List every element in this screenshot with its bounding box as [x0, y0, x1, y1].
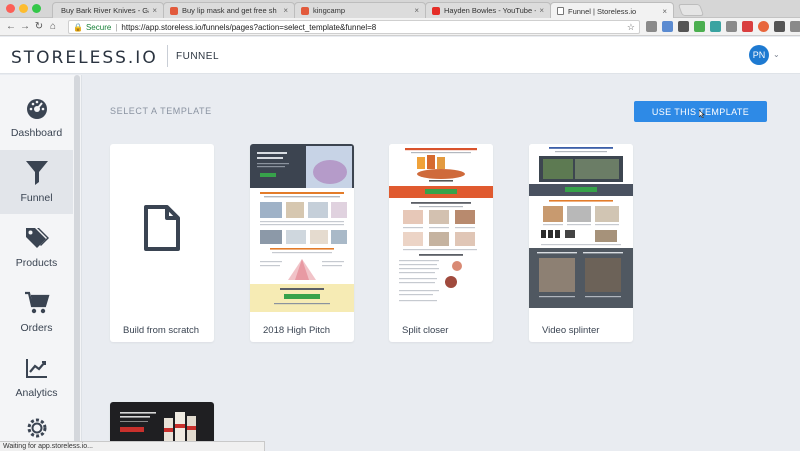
browser-tab[interactable]: Hayden Bowles - YouTube - Y ×	[425, 2, 551, 18]
extension-icon[interactable]	[678, 21, 689, 32]
tick-favicon-icon	[170, 6, 178, 15]
template-name: Split closer	[402, 325, 449, 336]
funnel-icon	[24, 160, 50, 186]
template-name: Video splinter	[542, 325, 600, 336]
chevron-down-icon[interactable]: ⌄	[773, 50, 780, 59]
user-avatar[interactable]: PN	[749, 45, 769, 65]
youtube-favicon-icon	[432, 6, 440, 15]
new-tab-button[interactable]	[677, 4, 705, 16]
window-close-button[interactable]	[6, 4, 15, 13]
template-card-build-from-scratch[interactable]: Build from scratch	[110, 144, 214, 342]
document-favicon-icon	[557, 7, 564, 15]
cart-icon	[24, 290, 50, 316]
tab-title: kingcamp	[313, 6, 346, 15]
template-thumbnail	[110, 144, 214, 312]
bookmark-star-icon[interactable]: ☆	[627, 22, 635, 33]
extension-icon[interactable]	[758, 21, 769, 32]
extension-icon[interactable]	[662, 21, 673, 32]
tab-title: Buy Bark River Knives - Game	[61, 6, 149, 15]
sidebar-item-label: Analytics	[15, 387, 58, 399]
window-minimize-button[interactable]	[19, 4, 28, 13]
window-zoom-button[interactable]	[32, 4, 41, 13]
sidebar-item-label: Funnel	[20, 192, 53, 204]
tab-title: Funnel | Storeless.io	[568, 6, 637, 16]
section-title: FUNNEL	[176, 51, 220, 62]
tick-favicon-icon	[301, 6, 309, 15]
tab-close-icon[interactable]: ×	[539, 6, 544, 15]
url-text: https://app.storeless.io/funnels/pages?a…	[121, 22, 377, 32]
lock-icon: 🔒	[73, 22, 83, 32]
dashboard-gauge-icon	[24, 95, 50, 121]
forward-arrow-icon[interactable]: →	[18, 21, 32, 32]
extension-icons: ⋮	[646, 21, 800, 32]
sidebar-item-funnel[interactable]: Funnel	[0, 150, 73, 214]
browser-tab[interactable]: Buy lip mask and get free sh ×	[163, 2, 295, 18]
browser-tab[interactable]: Buy Bark River Knives - Game ×	[52, 2, 164, 18]
extension-icon[interactable]	[646, 21, 657, 32]
tab-close-icon[interactable]: ×	[414, 6, 419, 15]
reload-icon[interactable]: ↻	[32, 21, 46, 32]
browser-tab[interactable]: kingcamp ×	[294, 2, 426, 18]
sidebar-item-dashboard[interactable]: Dashboard	[0, 85, 73, 149]
sidebar-item-orders[interactable]: Orders	[0, 280, 73, 344]
extension-icon[interactable]	[726, 21, 737, 32]
secure-label: Secure	[85, 22, 112, 32]
gear-icon	[24, 416, 50, 440]
page-heading: SELECT A TEMPLATE	[110, 106, 212, 116]
template-card-high-pitch[interactable]: 2018 High Pitch	[250, 144, 354, 342]
home-icon[interactable]: ⌂	[46, 21, 60, 32]
browser-tab-active[interactable]: Funnel | Storeless.io ×	[550, 2, 674, 19]
document-icon	[144, 205, 180, 251]
template-thumbnail	[529, 144, 633, 312]
sidebar-item-analytics[interactable]: Analytics	[0, 345, 73, 409]
template-name: 2018 High Pitch	[263, 325, 331, 336]
main-content: SELECT A TEMPLATE USE THIS TEMPLATE Buil…	[82, 75, 800, 451]
tab-close-icon[interactable]: ×	[152, 6, 157, 15]
browser-tab-bar: Buy Bark River Knives - Game × Buy lip m…	[0, 0, 800, 19]
extension-icon[interactable]	[790, 21, 800, 32]
browser-status-bar: Waiting for app.storeless.io...	[0, 441, 265, 451]
browser-toolbar: ← → ↻ ⌂ 🔒 Secure | https://app.storeless…	[0, 18, 800, 36]
header-divider	[167, 45, 168, 67]
template-thumbnail	[250, 144, 354, 312]
extension-icon[interactable]	[774, 21, 785, 32]
template-name: Build from scratch	[123, 325, 200, 336]
line-chart-icon	[24, 355, 50, 381]
back-arrow-icon[interactable]: ←	[4, 21, 18, 32]
sidebar-item-label: Dashboard	[10, 127, 63, 139]
sidebar-item-products[interactable]: Products	[0, 215, 73, 279]
sidebar-scrollbar[interactable]	[74, 75, 80, 445]
extension-icon[interactable]	[742, 21, 753, 32]
app-header: STORELESS.IO FUNNEL PN ⌄	[0, 37, 800, 74]
storeless-logo[interactable]: STORELESS.IO	[11, 48, 158, 68]
url-separator: |	[115, 22, 118, 32]
tab-title: Hayden Bowles - YouTube - Y	[444, 6, 537, 15]
template-card-video-splinter[interactable]: Video splinter	[529, 144, 633, 342]
tab-close-icon[interactable]: ×	[283, 6, 288, 15]
extension-icon[interactable]	[710, 21, 721, 32]
sidebar-item-label: Orders	[20, 322, 53, 334]
template-card-split-closer[interactable]: Split closer	[389, 144, 493, 342]
tab-close-icon[interactable]: ×	[662, 7, 667, 16]
sidebar-item-settings[interactable]	[0, 410, 73, 444]
mouse-cursor-icon	[699, 110, 705, 118]
extension-icon[interactable]	[694, 21, 705, 32]
url-bar[interactable]: 🔒 Secure | https://app.storeless.io/funn…	[68, 20, 640, 34]
sidebar: Dashboard Funnel Products Orders Analyti…	[0, 75, 82, 451]
sidebar-item-label: Products	[15, 257, 58, 269]
tab-title: Buy lip mask and get free sh	[182, 6, 277, 15]
template-thumbnail	[389, 144, 493, 312]
tags-icon	[24, 225, 50, 251]
